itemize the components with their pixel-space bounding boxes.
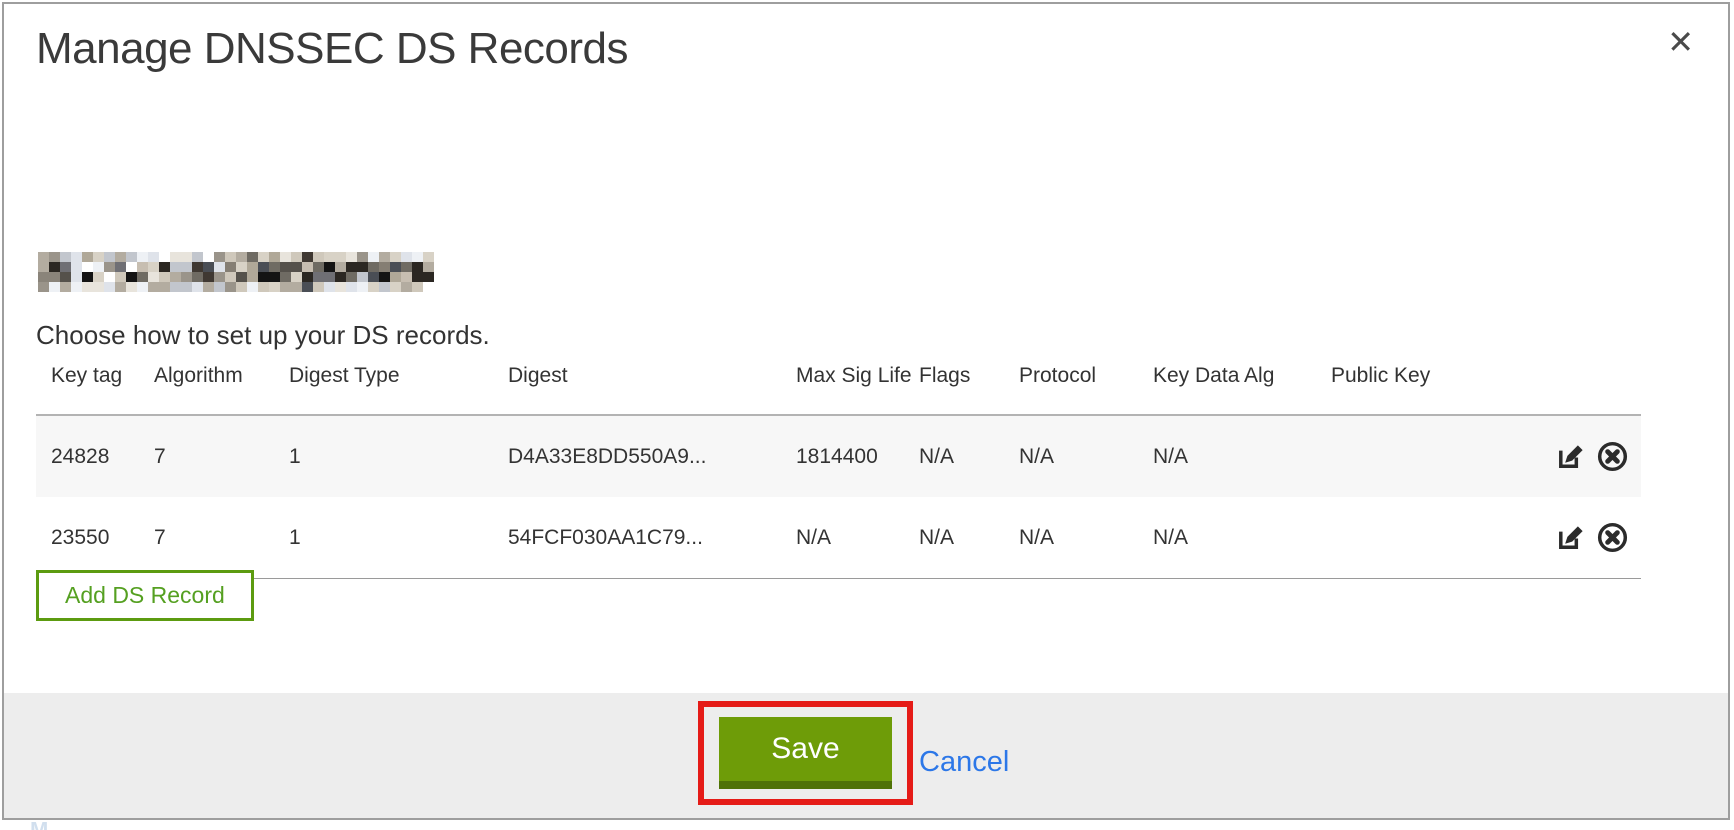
- table-row: 24828 7 1 D4A33E8DD550A9... 1814400 N/A …: [36, 415, 1641, 497]
- column-header-key-tag: Key tag: [36, 358, 154, 415]
- ds-records-table: Key tag Algorithm Digest Type Digest Max…: [36, 358, 1641, 579]
- cell-key-tag: 24828: [36, 415, 154, 497]
- edit-icon: [1554, 461, 1587, 476]
- cell-key-data-alg: N/A: [1153, 415, 1331, 497]
- cell-protocol: N/A: [1019, 497, 1153, 579]
- cell-key-data-alg: N/A: [1153, 497, 1331, 579]
- redacted-domain-name: [38, 252, 434, 292]
- cell-digest-type: 1: [289, 415, 508, 497]
- cell-algorithm: 7: [154, 497, 289, 579]
- column-header-max-sig-life: Max Sig Life: [796, 358, 919, 415]
- edit-icon: [1554, 542, 1587, 557]
- table-header-row: Key tag Algorithm Digest Type Digest Max…: [36, 358, 1641, 415]
- column-header-algorithm: Algorithm: [154, 358, 289, 415]
- cell-flags: N/A: [919, 415, 1019, 497]
- add-ds-record-button[interactable]: Add DS Record: [36, 570, 254, 621]
- column-header-protocol: Protocol: [1019, 358, 1153, 415]
- cell-digest: D4A33E8DD550A9...: [508, 415, 796, 497]
- save-button[interactable]: Save: [719, 717, 892, 789]
- background-page-peek: M: [30, 822, 70, 830]
- cell-digest-type: 1: [289, 497, 508, 579]
- cell-flags: N/A: [919, 497, 1019, 579]
- delete-icon: [1596, 461, 1629, 476]
- cell-key-tag: 23550: [36, 497, 154, 579]
- column-header-actions: [1491, 358, 1641, 415]
- column-header-digest-type: Digest Type: [289, 358, 508, 415]
- close-icon[interactable]: ✕: [1667, 26, 1694, 58]
- annotation-highlight-box: Save: [698, 701, 913, 805]
- manage-dnssec-modal: Manage DNSSEC DS Records ✕ Choose how to…: [2, 2, 1730, 820]
- row-actions: [1491, 497, 1641, 579]
- column-header-digest: Digest: [508, 358, 796, 415]
- instruction-text: Choose how to set up your DS records.: [36, 320, 490, 351]
- table-row: 23550 7 1 54FCF030AA1C79... N/A N/A N/A …: [36, 497, 1641, 579]
- column-header-key-data-alg: Key Data Alg: [1153, 358, 1331, 415]
- delete-record-button[interactable]: [1596, 521, 1629, 554]
- column-header-public-key: Public Key: [1331, 358, 1491, 415]
- cell-public-key: [1331, 497, 1491, 579]
- cancel-link[interactable]: Cancel: [919, 746, 1009, 779]
- cell-public-key: [1331, 415, 1491, 497]
- cell-protocol: N/A: [1019, 415, 1153, 497]
- edit-record-button[interactable]: [1554, 440, 1587, 473]
- page-title: Manage DNSSEC DS Records: [36, 24, 628, 74]
- delete-icon: [1596, 542, 1629, 557]
- cell-digest: 54FCF030AA1C79...: [508, 497, 796, 579]
- column-header-flags: Flags: [919, 358, 1019, 415]
- edit-record-button[interactable]: [1554, 521, 1587, 554]
- delete-record-button[interactable]: [1596, 440, 1629, 473]
- cell-max-sig-life: N/A: [796, 497, 919, 579]
- cell-algorithm: 7: [154, 415, 289, 497]
- cell-max-sig-life: 1814400: [796, 415, 919, 497]
- row-actions: [1491, 415, 1641, 497]
